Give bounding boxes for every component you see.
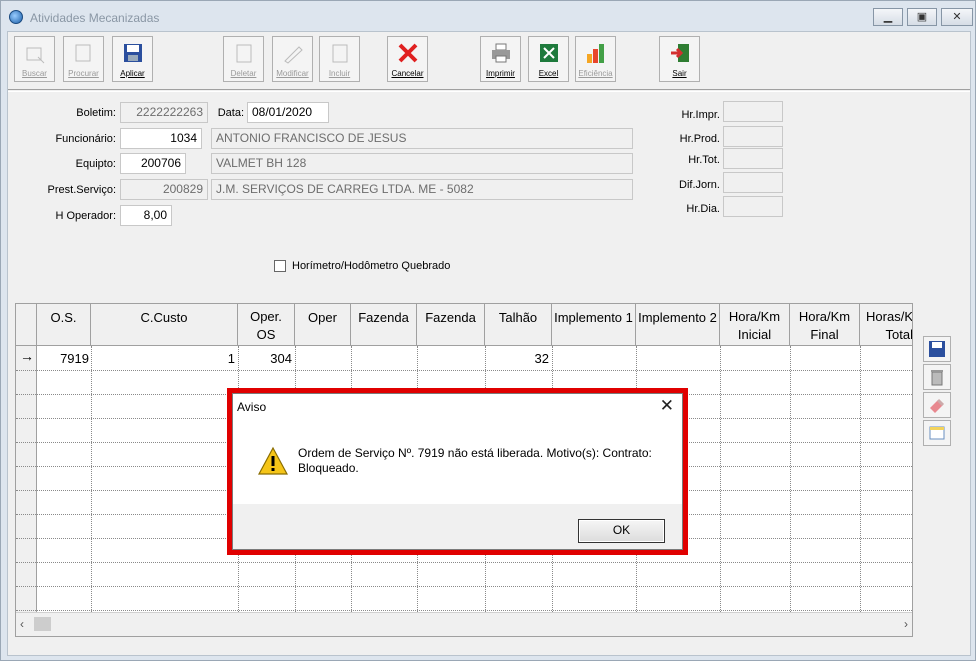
prest-servico-label: Prest.Serviço: <box>47 184 116 196</box>
cancelar-button[interactable]: Cancelar <box>387 36 428 82</box>
prest-servico-name-field: J.M. SERVIÇOS DE CARREG LTDA. ME - 5082 <box>211 179 633 200</box>
cell-talhao[interactable]: 32 <box>485 349 549 369</box>
toolbar: Buscar Procurar Aplicar Deletar Modifica… <box>8 32 970 90</box>
aplicar-button[interactable]: Aplicar <box>112 36 153 82</box>
printer-icon <box>491 43 510 63</box>
dialog-close-button[interactable]: ✕ <box>660 396 674 416</box>
client-area: Buscar Procurar Aplicar Deletar Modifica… <box>7 31 971 656</box>
horimetro-label: Horímetro/Hodômetro Quebrado <box>292 260 451 272</box>
app-icon <box>9 10 23 24</box>
deletar-button[interactable]: Deletar <box>223 36 264 82</box>
col-header-horakm-final[interactable]: Hora/Km Final <box>790 304 860 346</box>
imprimir-button[interactable]: Imprimir <box>480 36 521 82</box>
cancel-x-icon <box>398 43 417 63</box>
hr-impr-label: Hr.Impr. <box>681 109 720 121</box>
equipto-name-field: VALMET BH 128 <box>211 153 633 174</box>
data-field[interactable]: 08/01/2020 <box>247 102 329 123</box>
warning-dialog: Aviso ✕ Ordem de Serviço Nº. 7919 não es… <box>232 393 683 550</box>
maximize-button[interactable]: ▣ <box>907 8 937 26</box>
data-label: Data: <box>217 107 244 119</box>
grid-save-button[interactable] <box>923 336 951 362</box>
eraser-icon <box>930 398 945 413</box>
col-header-horas-total[interactable]: Horas/K Total <box>860 304 912 346</box>
col-header-oper[interactable]: Oper <box>295 304 351 346</box>
hr-prod-field <box>723 126 783 147</box>
save-disk-icon <box>929 341 945 357</box>
boletim-label: Boletim: <box>76 107 116 119</box>
scroll-left-icon[interactable]: ‹ <box>20 617 24 631</box>
funcionario-code-field[interactable]: 1034 <box>120 128 202 149</box>
col-header-implemento-2[interactable]: Implemento 2 <box>636 304 720 346</box>
eficiencia-button[interactable]: Eficiência <box>575 36 616 82</box>
col-header-horakm-inicial[interactable]: Hora/Km Inicial <box>720 304 790 346</box>
buscar-button[interactable]: Buscar <box>14 36 55 82</box>
delete-icon <box>236 44 251 63</box>
row-indicator-column: → <box>16 346 37 612</box>
search-icon <box>26 47 44 64</box>
exit-door-icon <box>670 44 689 62</box>
hr-impr-field <box>723 101 783 122</box>
warning-icon <box>257 446 289 475</box>
dialog-title: Aviso <box>237 400 267 414</box>
header-form: Boletim: 2222222263 Data: 08/01/2020 Fun… <box>8 91 970 297</box>
grid-corner <box>16 304 37 346</box>
minimize-button[interactable]: ▁ <box>873 8 903 26</box>
incluir-button[interactable]: Incluir <box>319 36 360 82</box>
dialog-message: Ordem de Serviço Nº. 7919 não está liber… <box>298 446 652 475</box>
grid-delete-button[interactable] <box>923 364 951 390</box>
cell-ccusto[interactable]: 1 <box>91 349 235 369</box>
find-icon <box>75 44 90 62</box>
excel-icon <box>539 44 558 62</box>
funcionario-label: Funcionário: <box>55 133 116 145</box>
app-window: Atividades Mecanizadas ▁ ▣ ✕ Buscar Proc… <box>0 0 976 661</box>
hr-dia-label: Hr.Dia. <box>686 203 720 215</box>
grid-new-button[interactable] <box>923 420 951 446</box>
col-header-fazenda-2[interactable]: Fazenda <box>417 304 485 346</box>
hr-tot-label: Hr.Tot. <box>688 154 720 166</box>
bar-chart-icon <box>586 44 604 63</box>
prest-servico-code-field[interactable]: 200829 <box>120 179 208 200</box>
close-window-button[interactable]: ✕ <box>941 8 973 26</box>
grid-clear-button[interactable] <box>923 392 951 418</box>
new-record-icon <box>332 44 347 63</box>
col-header-oper-os[interactable]: Oper. OS <box>238 304 295 346</box>
h-operador-field[interactable]: 8,00 <box>120 205 172 226</box>
scroll-thumb[interactable] <box>34 617 51 631</box>
horizontal-scrollbar[interactable]: ‹ › <box>16 612 912 636</box>
boletim-field[interactable]: 2222222263 <box>120 102 208 123</box>
col-header-os[interactable]: O.S. <box>37 304 91 346</box>
dif-jorn-label: Dif.Jorn. <box>679 179 720 191</box>
window-title: Atividades Mecanizadas <box>30 11 160 25</box>
scroll-right-icon[interactable]: › <box>904 617 908 631</box>
dif-jorn-field <box>723 172 783 193</box>
title-bar: Atividades Mecanizadas ▁ ▣ ✕ <box>1 1 975 31</box>
current-row-arrow-icon: → <box>20 348 34 364</box>
ok-button[interactable]: OK <box>578 519 665 543</box>
dialog-highlight-frame: Aviso ✕ Ordem de Serviço Nº. 7919 não es… <box>227 388 688 555</box>
edit-icon <box>283 46 303 64</box>
save-disk-icon <box>123 44 142 62</box>
equipto-label: Equipto: <box>75 158 116 170</box>
procurar-button[interactable]: Procurar <box>63 36 104 82</box>
horimetro-checkbox[interactable] <box>274 260 286 272</box>
hr-dia-field <box>723 196 783 217</box>
cell-os[interactable]: 7919 <box>37 349 89 369</box>
trash-icon <box>931 370 943 386</box>
hr-tot-field <box>723 148 783 169</box>
col-header-implemento-1[interactable]: Implemento 1 <box>552 304 636 346</box>
new-sheet-icon <box>929 426 945 440</box>
modificar-button[interactable]: Modificar <box>272 36 313 82</box>
col-header-ccusto[interactable]: C.Custo <box>91 304 238 346</box>
col-header-fazenda-1[interactable]: Fazenda <box>351 304 417 346</box>
equipto-code-field[interactable]: 200706 <box>120 153 186 174</box>
excel-button[interactable]: Excel <box>528 36 569 82</box>
sair-button[interactable]: Sair <box>659 36 700 82</box>
col-header-talhao[interactable]: Talhão <box>485 304 552 346</box>
funcionario-name-field: ANTONIO FRANCISCO DE JESUS <box>211 128 633 149</box>
hr-prod-label: Hr.Prod. <box>679 133 720 145</box>
cell-oper-os[interactable]: 304 <box>238 349 292 369</box>
h-operador-label: H Operador: <box>55 210 116 222</box>
